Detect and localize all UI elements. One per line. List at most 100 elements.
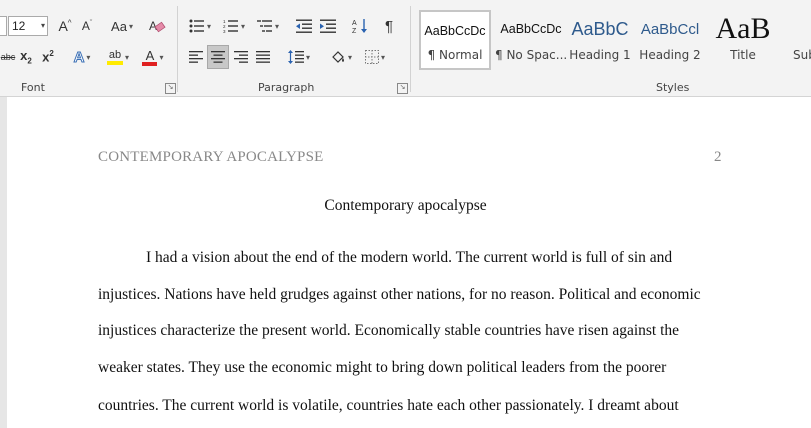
document-title: Contemporary apocalypse: [324, 197, 487, 214]
justify-button[interactable]: [253, 47, 273, 67]
bullets-button[interactable]: ▾: [186, 16, 214, 36]
grow-font-button[interactable]: A^: [56, 16, 74, 36]
font-dialog-launcher-icon[interactable]: ↘: [165, 83, 176, 94]
font-color-icon: A: [142, 49, 158, 66]
superscript-icon: x2: [42, 49, 54, 65]
style-heading-1[interactable]: AaBbC Heading 1: [567, 10, 633, 70]
page-number: 2: [714, 149, 722, 165]
chevron-down-icon: ▾: [380, 52, 385, 62]
subscript-button[interactable]: x2: [18, 47, 34, 67]
chevron-down-icon: ▾: [86, 52, 91, 62]
style-normal[interactable]: AaBbCcDc ¶ Normal: [419, 10, 491, 70]
strikethrough-icon: abc: [0, 52, 16, 62]
style-name: Title: [730, 48, 756, 62]
style-preview: AaBbCcDc: [424, 24, 486, 38]
body-line: injustices. Nations have held grudges ag…: [98, 286, 701, 303]
change-case-icon: Aa: [111, 18, 127, 34]
shading-button[interactable]: ▾: [326, 47, 356, 67]
borders-icon: [364, 50, 379, 64]
paragraph-dialog-launcher-icon[interactable]: ↘: [397, 83, 408, 94]
style-subtitle[interactable]: Sub: [783, 10, 811, 70]
running-head: CONTEMPORARY APOCALYPSE: [98, 149, 324, 165]
chevron-down-icon: ▾: [206, 21, 211, 31]
style-title[interactable]: AaB Title: [707, 10, 779, 70]
style-preview: AaBbCcl: [640, 20, 700, 38]
style-name: ¶ Normal: [427, 48, 483, 62]
superscript-button[interactable]: x2: [40, 47, 56, 67]
align-left-icon: [189, 51, 203, 63]
sort-button[interactable]: A Z: [350, 16, 370, 36]
styles-group-label: Styles: [656, 81, 690, 94]
show-formatting-button[interactable]: ¶: [380, 16, 398, 36]
increase-indent-button[interactable]: [318, 16, 338, 36]
borders-button[interactable]: ▾: [360, 47, 390, 67]
style-preview: AaBbCcDc: [500, 22, 562, 36]
chevron-down-icon: ▾: [274, 21, 279, 31]
chevron-down-icon: ▾: [40, 21, 45, 30]
body-line: weaker states. They use the economic mig…: [98, 359, 667, 376]
style-heading-2[interactable]: AaBbCcl Heading 2: [637, 10, 703, 70]
body-line: countries. The current world is volatile…: [98, 397, 679, 414]
shrink-font-icon: Aˇ: [81, 19, 93, 33]
eraser-icon: A: [149, 19, 166, 33]
increase-indent-icon: [320, 19, 336, 33]
ribbon: 12 ▾ A^ Aˇ Aa ▾ A abc x2 x2 A ▾ ab ▾ A ▾…: [0, 0, 811, 97]
font-name-box[interactable]: [0, 16, 7, 36]
font-color-button[interactable]: A ▾: [138, 47, 168, 67]
line-spacing-icon: [287, 50, 304, 64]
style-name: Heading 1: [569, 48, 631, 62]
justify-icon: [256, 51, 270, 63]
group-divider: [177, 6, 178, 92]
clear-formatting-button[interactable]: A: [146, 16, 168, 36]
style-name: Heading 2: [639, 48, 701, 62]
align-left-button[interactable]: [186, 47, 206, 67]
style-preview: AaB: [715, 12, 771, 45]
highlight-icon: ab: [106, 49, 123, 65]
style-no-spacing[interactable]: AaBbCcDc ¶ No Spac...: [495, 10, 567, 70]
font-group-label: Font: [21, 81, 45, 94]
paragraph-group-label: Paragraph: [258, 81, 315, 94]
sort-icon: A Z: [352, 19, 367, 34]
multilevel-list-icon: [256, 20, 272, 32]
style-preview: [783, 10, 811, 48]
chevron-down-icon: ▾: [128, 21, 133, 31]
chevron-down-icon: ▾: [159, 52, 164, 62]
grow-font-icon: A^: [58, 18, 72, 34]
text-effects-icon: A: [73, 48, 85, 66]
chevron-down-icon: ▾: [305, 52, 310, 62]
paint-bucket-icon: [332, 51, 344, 63]
subscript-icon: x2: [20, 48, 32, 66]
chevron-down-icon: ▾: [347, 52, 352, 62]
svg-text:A: A: [352, 20, 357, 27]
align-right-icon: [234, 51, 248, 63]
align-right-button[interactable]: [231, 47, 251, 67]
font-size-value: 12: [12, 19, 26, 33]
styles-gallery: AaBbCcDc ¶ Normal AaBbCcDc ¶ No Spac... …: [417, 10, 811, 72]
style-name: Sub: [793, 48, 811, 62]
svg-text:3: 3: [223, 29, 226, 33]
pilcrow-icon: ¶: [384, 17, 394, 35]
change-case-button[interactable]: Aa ▾: [106, 16, 138, 36]
align-center-icon: [211, 51, 225, 63]
group-divider: [410, 6, 411, 92]
align-center-button[interactable]: [207, 45, 229, 69]
multilevel-list-button[interactable]: ▾: [254, 16, 282, 36]
chevron-down-icon: ▾: [124, 52, 129, 62]
font-size-box[interactable]: 12 ▾: [8, 16, 48, 36]
text-effects-button[interactable]: A ▾: [68, 47, 96, 67]
body-line: injustices characterize the present worl…: [98, 322, 680, 339]
line-spacing-button[interactable]: ▾: [284, 47, 314, 67]
highlight-button[interactable]: ab ▾: [102, 47, 134, 67]
shrink-font-button[interactable]: Aˇ: [78, 16, 96, 36]
decrease-indent-button[interactable]: [294, 16, 314, 36]
svg-text:Z: Z: [352, 28, 357, 34]
style-name: ¶ No Spac...: [495, 48, 567, 62]
bullet-list-icon: [189, 19, 204, 33]
strikethrough-button[interactable]: abc: [0, 47, 16, 67]
decrease-indent-icon: [296, 19, 312, 33]
numbering-button[interactable]: 1 2 3 ▾: [220, 16, 248, 36]
body-line: I had a vision about the end of the mode…: [146, 249, 673, 266]
style-preview: AaBbC: [571, 18, 629, 39]
numbered-list-icon: 1 2 3: [223, 19, 238, 33]
chevron-down-icon: ▾: [240, 21, 245, 31]
